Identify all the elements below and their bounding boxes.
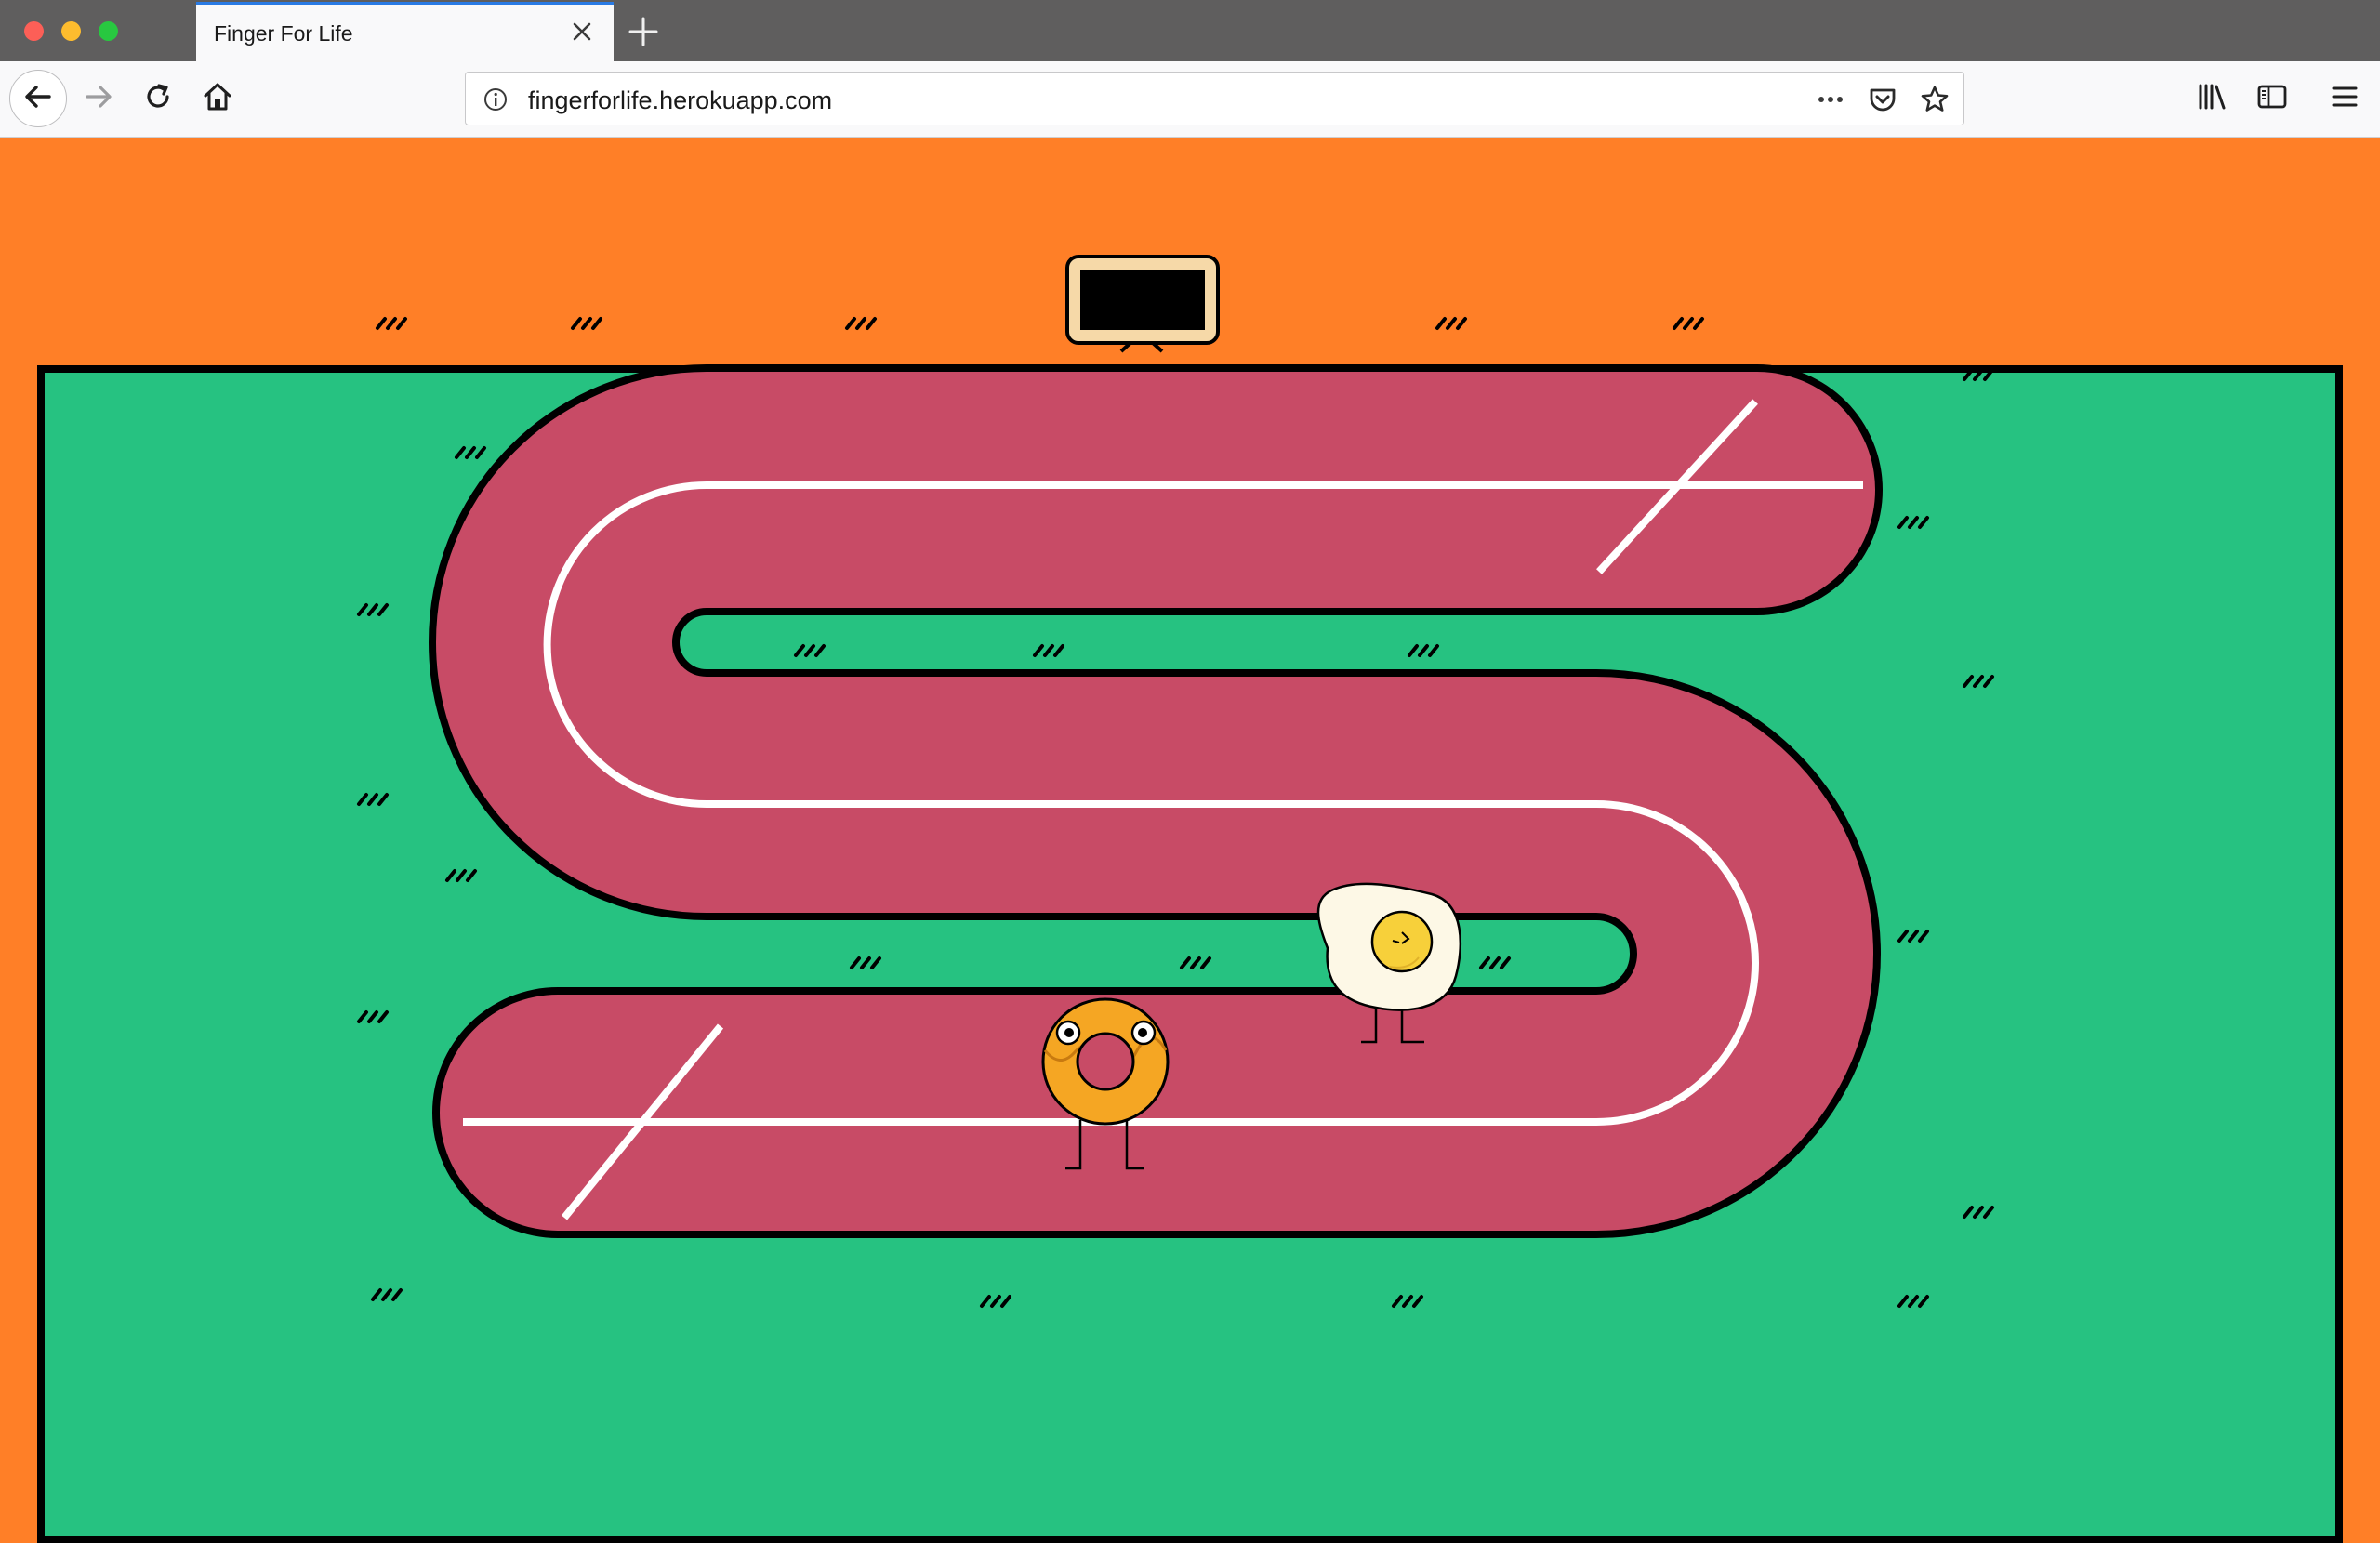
arrow-left-icon [21, 80, 55, 118]
url-text[interactable]: fingerforlife.herokuapp.com [528, 86, 832, 115]
grass-tuft [357, 603, 389, 616]
tab-title: Finger For Life [214, 21, 353, 46]
race-track-scene [357, 255, 1994, 1308]
sidebar-icon [2255, 80, 2289, 118]
tab-bar: Finger For Life [0, 0, 2380, 61]
plus-icon[interactable] [625, 13, 662, 50]
reload-icon [141, 80, 175, 118]
grass-tuft [980, 1295, 1012, 1308]
game-viewport [0, 138, 2380, 1543]
grass-tuft [1180, 956, 1211, 969]
library-icon [2196, 80, 2229, 118]
info-icon[interactable] [480, 84, 511, 115]
maximize-window-dot[interactable] [99, 21, 118, 41]
grass-tuft [376, 317, 407, 330]
grass-tuft [1673, 317, 1704, 330]
menu-button[interactable] [2319, 73, 2371, 125]
grass-tuft [1897, 516, 1929, 529]
active-tab[interactable]: Finger For Life [196, 2, 614, 61]
grass-tuft [1897, 1295, 1929, 1308]
grass-tuft [1897, 930, 1929, 943]
grass-tuft [1033, 644, 1064, 657]
grass-tuft [794, 644, 826, 657]
minimize-window-dot[interactable] [61, 21, 81, 41]
ellipsis-icon[interactable] [1815, 84, 1846, 115]
arrow-right-icon [82, 80, 115, 118]
grass-tuft [1435, 317, 1467, 330]
home-icon [201, 80, 234, 118]
back-button[interactable] [9, 70, 67, 127]
hamburger-icon [2328, 80, 2361, 118]
grass-tuft [1963, 1206, 1994, 1219]
pocket-icon[interactable] [1867, 84, 1898, 115]
x-icon[interactable] [568, 18, 596, 46]
url-bar[interactable]: fingerforlife.herokuapp.com [465, 72, 1964, 125]
grass-tuft [357, 1010, 389, 1023]
navigation-bar: fingerforlife.herokuapp.com [0, 61, 2380, 138]
grass-tuft [850, 956, 881, 969]
grass-tuft [1963, 675, 1994, 688]
sidebar-button[interactable] [2246, 73, 2298, 125]
close-window-dot[interactable] [24, 21, 44, 41]
forward-button[interactable] [73, 73, 125, 125]
grass-tuft [371, 1288, 403, 1301]
grass-tuft [1392, 1295, 1423, 1308]
grass-tuft [455, 446, 486, 459]
grass-tuft [445, 869, 477, 882]
grass-tuft [357, 793, 389, 806]
grass-tuft [1963, 368, 1994, 381]
library-button[interactable] [2187, 73, 2239, 125]
grass-tuft [1479, 956, 1511, 969]
home-button[interactable] [192, 73, 244, 125]
star-icon[interactable] [1919, 84, 1950, 115]
grass-tuft [845, 317, 877, 330]
reload-button[interactable] [132, 73, 184, 125]
black-screen-sign [1065, 255, 1220, 353]
grass-tuft [1408, 644, 1439, 657]
grass-tuft [571, 317, 602, 330]
